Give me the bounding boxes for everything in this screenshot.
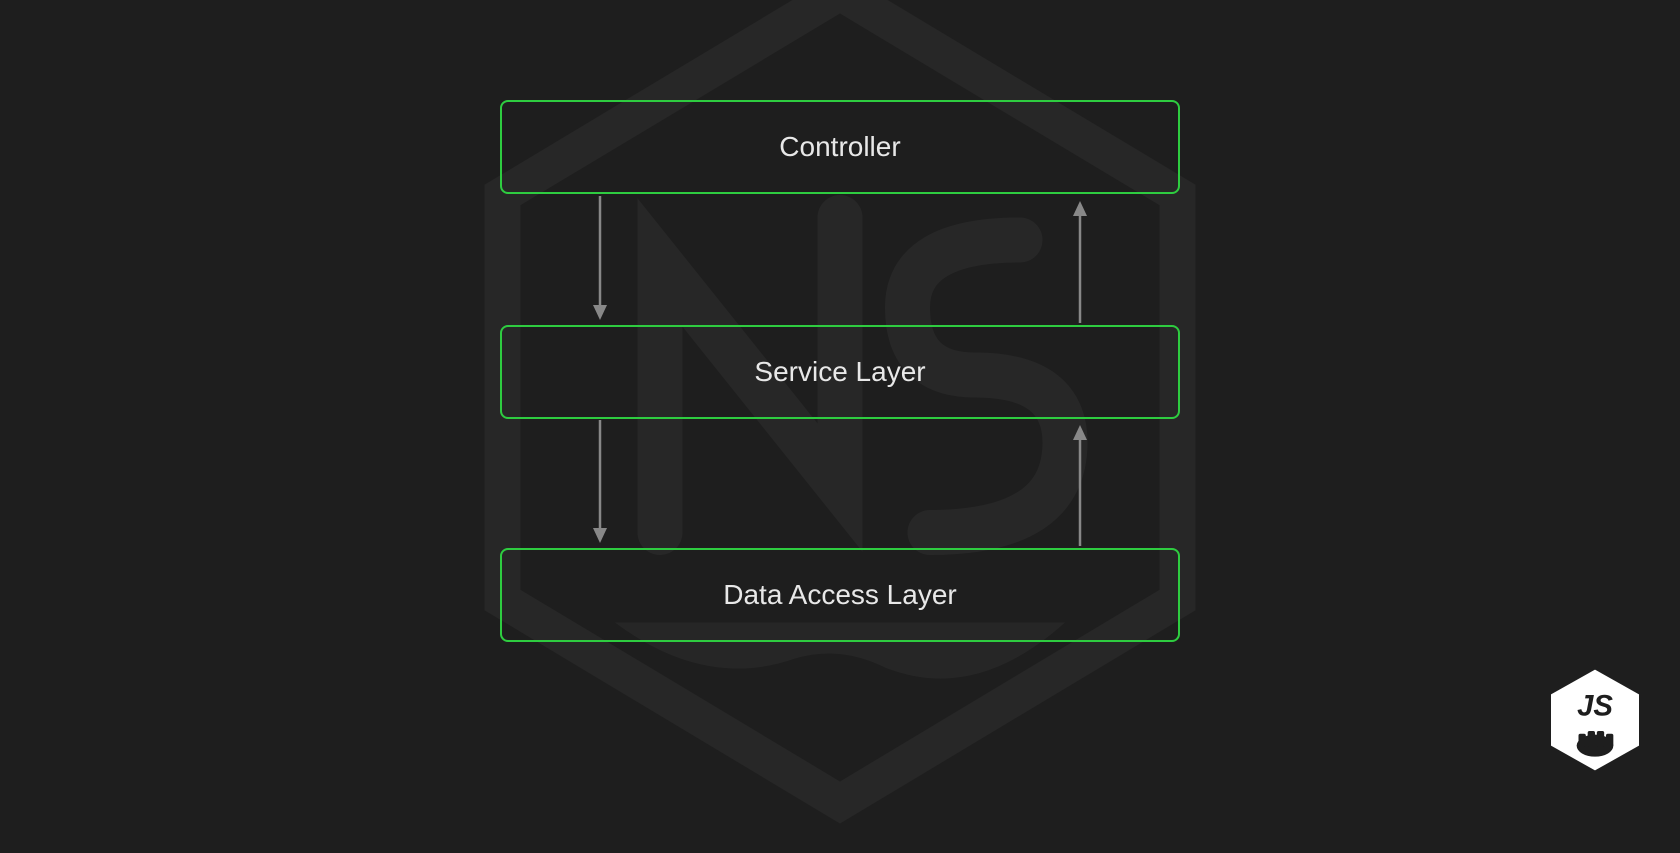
layer-label-data-access: Data Access Layer	[723, 579, 956, 611]
arrowhead-up-icon	[1073, 425, 1087, 440]
layer-label-service: Service Layer	[754, 356, 925, 388]
arrowhead-up-icon	[1073, 201, 1087, 216]
layer-data-access: Data Access Layer	[500, 548, 1180, 642]
nodejs-logo-icon: JS	[1540, 665, 1650, 775]
layer-service: Service Layer	[500, 325, 1180, 419]
layer-label-controller: Controller	[779, 131, 900, 163]
logo-badge: JS	[1540, 665, 1650, 780]
diagram-container: Controller Service Layer Data Access Lay…	[0, 0, 1680, 800]
arrowhead-down-icon	[593, 305, 607, 320]
arrowhead-down-icon	[593, 528, 607, 543]
layer-controller: Controller	[500, 100, 1180, 194]
svg-text:JS: JS	[1577, 689, 1613, 722]
